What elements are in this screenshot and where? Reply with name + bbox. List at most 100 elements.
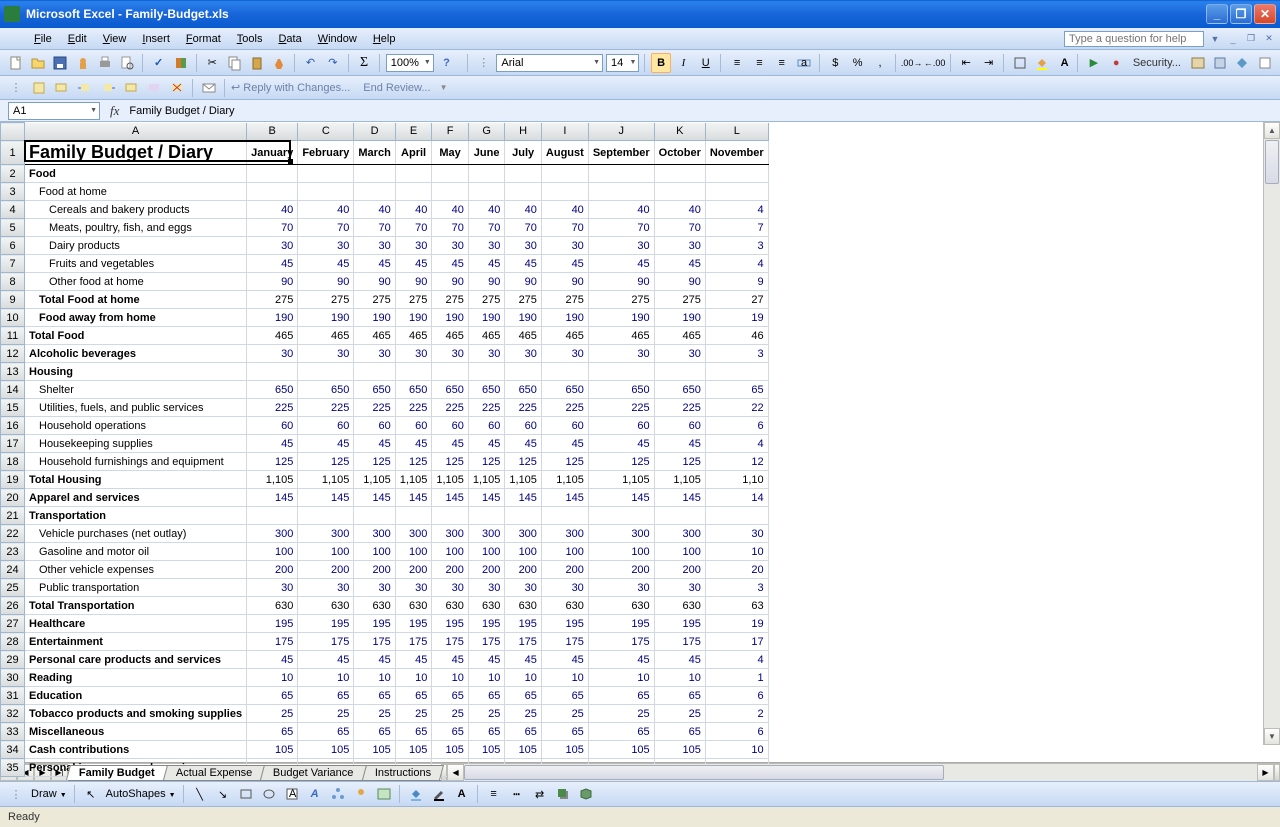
cell-value[interactable]: 200: [432, 561, 469, 579]
cell-value[interactable]: 10: [354, 669, 395, 687]
row-header-15[interactable]: 15: [1, 399, 25, 417]
cell-value[interactable]: 90: [505, 273, 542, 291]
help-dropdown-icon[interactable]: ▼: [1208, 32, 1222, 46]
cell-value[interactable]: 30: [432, 579, 469, 597]
cell-empty[interactable]: [432, 507, 469, 525]
cell-value[interactable]: 125: [541, 453, 588, 471]
vertical-scrollbar[interactable]: ▲ ▼: [1263, 122, 1280, 745]
cell-value[interactable]: 630: [395, 597, 432, 615]
cell-value[interactable]: 650: [298, 381, 354, 399]
cell-value[interactable]: 65: [354, 687, 395, 705]
cell-value[interactable]: 63: [705, 597, 768, 615]
cell-value[interactable]: 45: [541, 651, 588, 669]
col-header-H[interactable]: H: [505, 123, 542, 141]
cell-value[interactable]: 70: [395, 219, 432, 237]
row-header-3[interactable]: 3: [1, 183, 25, 201]
cell-value[interactable]: 45: [588, 651, 654, 669]
cell-empty[interactable]: [395, 165, 432, 183]
cell-label[interactable]: Total Transportation: [25, 597, 247, 615]
cell-value[interactable]: 10: [298, 669, 354, 687]
cell-value[interactable]: 65: [705, 381, 768, 399]
show-markup-button[interactable]: [29, 78, 49, 98]
cell-value[interactable]: 190: [354, 309, 395, 327]
cell-empty[interactable]: [432, 165, 469, 183]
cell-value[interactable]: 175: [505, 633, 542, 651]
next-comment-button[interactable]: [98, 78, 118, 98]
row-header-5[interactable]: 5: [1, 219, 25, 237]
cell-value[interactable]: 195: [468, 615, 505, 633]
cell-value[interactable]: 45: [654, 651, 705, 669]
send-mail-button[interactable]: [199, 78, 219, 98]
row-header-19[interactable]: 19: [1, 471, 25, 489]
cell-value[interactable]: 25: [505, 705, 542, 723]
cell-value[interactable]: 25: [432, 705, 469, 723]
cell-value[interactable]: 465: [395, 327, 432, 345]
cell-value[interactable]: 630: [247, 597, 298, 615]
cell-value[interactable]: 30: [432, 345, 469, 363]
cell-empty[interactable]: [541, 183, 588, 201]
autosum-button[interactable]: Σ: [354, 53, 373, 73]
cell-value[interactable]: 225: [298, 399, 354, 417]
cell-value[interactable]: 60: [654, 417, 705, 435]
spelling-button[interactable]: ✓: [149, 53, 168, 73]
cell-value[interactable]: 105: [432, 741, 469, 759]
cell-value[interactable]: 10: [705, 741, 768, 759]
cell-value[interactable]: 20: [705, 561, 768, 579]
cell-empty[interactable]: [705, 183, 768, 201]
cell-value[interactable]: 45: [354, 255, 395, 273]
mdi-minimize-button[interactable]: _: [1226, 32, 1240, 46]
menu-tools[interactable]: Tools: [229, 31, 271, 47]
hscroll-thumb[interactable]: [464, 765, 944, 780]
cell-value[interactable]: 90: [247, 273, 298, 291]
cell-value[interactable]: 65: [354, 723, 395, 741]
row-header-22[interactable]: 22: [1, 525, 25, 543]
cell-empty[interactable]: [468, 183, 505, 201]
row-header-32[interactable]: 32: [1, 705, 25, 723]
print-button[interactable]: [95, 53, 114, 73]
cell-value[interactable]: 65: [654, 687, 705, 705]
permission-button[interactable]: [73, 53, 92, 73]
cell-label[interactable]: Total Housing: [25, 471, 247, 489]
cell-value[interactable]: 225: [247, 399, 298, 417]
col-header-E[interactable]: E: [395, 123, 432, 141]
cell-value[interactable]: 200: [298, 561, 354, 579]
cell-value[interactable]: 125: [247, 453, 298, 471]
cell-value[interactable]: 100: [505, 543, 542, 561]
toolbar-handle-icon[interactable]: ⋮: [6, 78, 26, 98]
currency-button[interactable]: $: [826, 53, 845, 73]
cell-value[interactable]: 1,105: [505, 471, 542, 489]
cell-empty[interactable]: [654, 507, 705, 525]
cell-value[interactable]: 65: [505, 723, 542, 741]
cell-label[interactable]: Housing: [25, 363, 247, 381]
cell-value[interactable]: 65: [505, 687, 542, 705]
fill-color-button[interactable]: [1033, 53, 1052, 73]
cell-value[interactable]: 175: [432, 633, 469, 651]
row-header-10[interactable]: 10: [1, 309, 25, 327]
cell-empty[interactable]: [354, 183, 395, 201]
cell-value[interactable]: 30: [432, 237, 469, 255]
percent-button[interactable]: %: [848, 53, 867, 73]
cell-label[interactable]: Food: [25, 165, 247, 183]
merge-center-button[interactable]: a: [794, 53, 813, 73]
cell-header[interactable]: November: [705, 141, 768, 165]
cell-value[interactable]: 100: [432, 543, 469, 561]
toolbar-handle-icon[interactable]: ⋮: [474, 53, 493, 73]
diagram-button[interactable]: [328, 784, 348, 804]
decrease-decimal-button[interactable]: ←.00: [925, 53, 945, 73]
cell-value[interactable]: 200: [395, 561, 432, 579]
cell-value[interactable]: 3: [705, 345, 768, 363]
row-header-14[interactable]: 14: [1, 381, 25, 399]
cell-value[interactable]: 1,105: [432, 471, 469, 489]
menu-window[interactable]: Window: [310, 31, 365, 47]
line-button[interactable]: ╲: [190, 784, 210, 804]
help-search-input[interactable]: [1064, 31, 1204, 47]
cell-value[interactable]: 195: [654, 615, 705, 633]
cell-value[interactable]: 65: [588, 723, 654, 741]
cell-value[interactable]: 6: [705, 417, 768, 435]
cell-value[interactable]: 25: [468, 705, 505, 723]
cell-value[interactable]: 200: [588, 561, 654, 579]
new-button[interactable]: [6, 53, 25, 73]
cell-value[interactable]: 100: [247, 543, 298, 561]
cell-value[interactable]: 45: [541, 435, 588, 453]
cell-value[interactable]: 45: [354, 435, 395, 453]
